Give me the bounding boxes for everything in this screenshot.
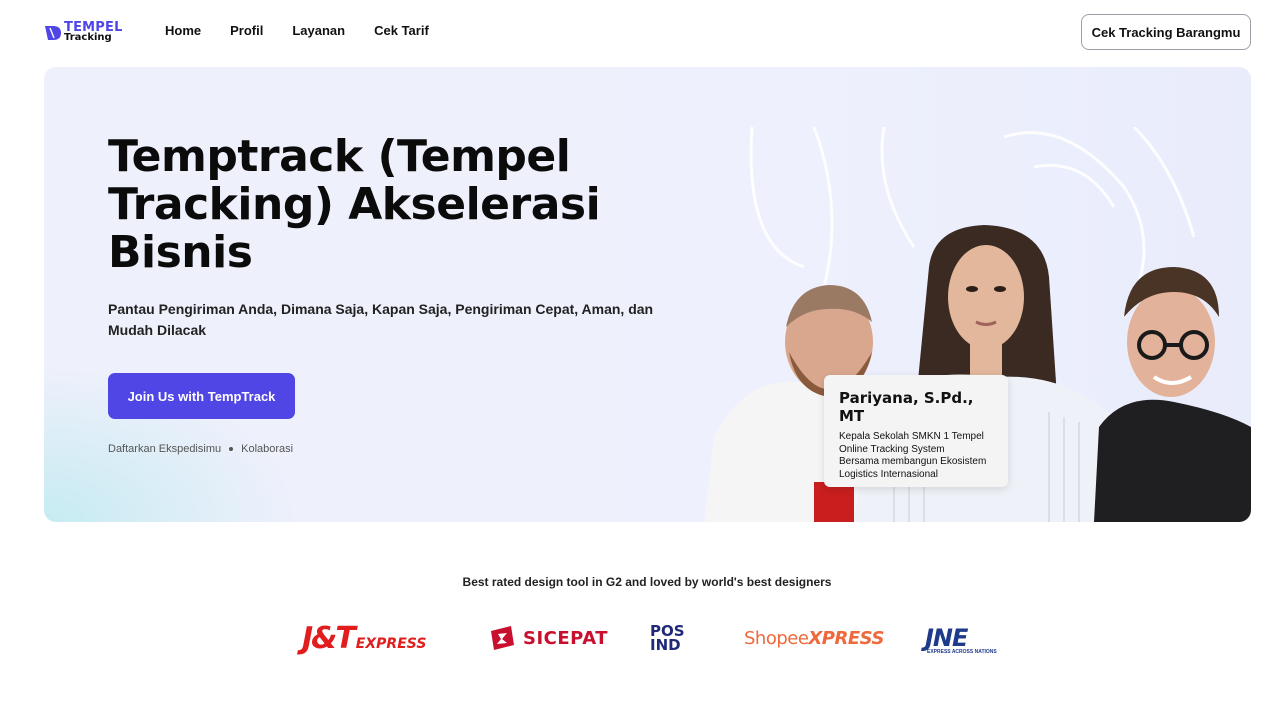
daftarkan-ekspedisi-link[interactable]: Daftarkan Ekspedisimu — [108, 443, 221, 455]
partners-caption: Best rated design tool in G2 and loved b… — [462, 575, 832, 589]
pos-logo-bottom: IND — [650, 636, 681, 654]
jnt-express-logo: J&T EXPRESS — [302, 618, 426, 658]
jne-logo-tagline: EXPRESS ACROSS NATIONS — [927, 649, 997, 655]
brand-logo[interactable]: TEMPEL Tracking — [44, 19, 124, 45]
jnt-logo-main: J&T — [302, 620, 356, 656]
hero-title: Temptrack (Tempel Tracking) Akselerasi B… — [108, 131, 601, 278]
main-menu: Home Profil Layanan Cek Tarif — [165, 23, 458, 38]
shopee-logo-text: ShopeeXPRESS — [744, 628, 884, 649]
profile-card: Pariyana, S.Pd., MT Kepala Sekolah SMKN … — [824, 375, 1008, 487]
profile-line: Online Tracking System — [839, 443, 945, 455]
profile-line: Logistics Internasional — [839, 468, 938, 480]
nav-link-profil[interactable]: Profil — [230, 23, 263, 38]
logo-mark-icon — [45, 26, 61, 40]
cek-tracking-button[interactable]: Cek Tracking Barangmu — [1081, 14, 1251, 50]
hero-links: Daftarkan Ekspedisimu Kolaborasi — [108, 443, 293, 455]
nav-link-cek-tarif[interactable]: Cek Tarif — [374, 23, 429, 38]
profile-description: Kepala Sekolah SMKN 1 Tempel Online Trac… — [839, 431, 996, 481]
sicepat-logo-text: SICEPAT — [523, 627, 609, 649]
logo-wordmark: TEMPEL Tracking — [64, 21, 123, 43]
jnt-logo-sub: EXPRESS — [355, 636, 427, 652]
nav-link-layanan[interactable]: Layanan — [292, 23, 345, 38]
separator-dot — [229, 447, 234, 451]
sicepat-logo: SICEPAT — [487, 618, 608, 658]
hero-section: Temptrack (Tempel Tracking) Akselerasi B… — [44, 67, 1251, 522]
profile-line: Kepala Sekolah SMKN 1 Tempel — [839, 431, 984, 442]
top-navbar: TEMPEL Tracking Home Profil Layanan Cek … — [0, 0, 1280, 64]
nav-link-home[interactable]: Home — [165, 23, 201, 38]
pos-logo-text: POS IND — [650, 624, 694, 654]
partner-logos: J&T EXPRESS SICEPAT POS IND ShopeeXPRESS… — [300, 618, 1000, 658]
profile-name: Pariyana, S.Pd., MT — [839, 389, 974, 425]
profile-line: Bersama membangun Ekosistem — [839, 456, 987, 467]
jne-logo: JNE EXPRESS ACROSS NATIONS — [925, 618, 997, 658]
join-us-button[interactable]: Join Us with TempTrack — [108, 373, 295, 419]
shopee-logo-b: XPRESS — [808, 627, 884, 649]
shopee-logo-a: Shopee — [744, 627, 809, 649]
sicepat-mark-icon — [491, 626, 514, 650]
jne-logo-text: JNE — [925, 624, 968, 652]
hero-subtitle: Pantau Pengiriman Anda, Dimana Saja, Kap… — [108, 301, 654, 338]
pos-indonesia-logo: POS IND — [650, 618, 694, 658]
kolaborasi-link[interactable]: Kolaborasi — [241, 443, 293, 455]
shopee-xpress-logo: ShopeeXPRESS — [744, 618, 884, 658]
